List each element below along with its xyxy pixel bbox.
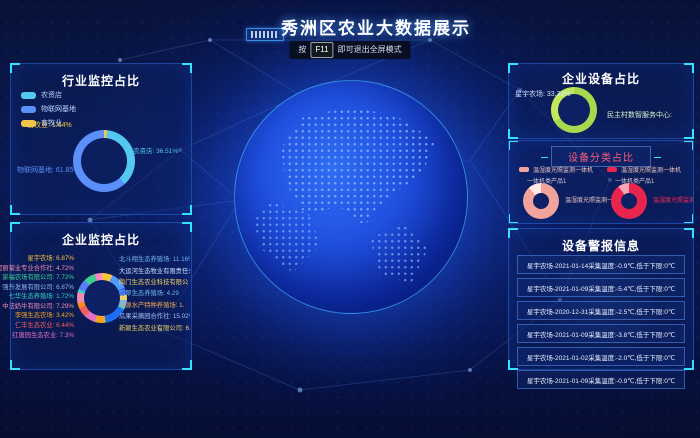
legend-item: 物联网基地	[21, 104, 76, 114]
alarm-row: 星宇农场-2021-01-02采集温度:-2.0℃,低于下限:0℃	[517, 347, 685, 366]
fullscreen-tip: 按 F11 即可退出全屏模式	[289, 41, 410, 59]
industry-donut-chart	[73, 130, 135, 192]
enterprise-label: 七华生态养殖场: 1.72%	[9, 291, 74, 300]
page-title: 秀洲区农业大数据展示	[0, 14, 700, 39]
alarm-row: 星宇农场-2021-01-09采集温度:-5.4℃,低于下限:0℃	[517, 278, 685, 297]
device-donut-chart-1	[523, 183, 559, 219]
panel-device-classification: 设备分类占比 温湿度光照监测一体机 一体机类产品1 温湿度光照监测一— 温湿度光…	[508, 140, 694, 224]
enterprise-label: 家福农场有限公司: 7.72%	[2, 272, 74, 281]
enterprise-label: 李强生态农场: 3.42%	[15, 310, 74, 319]
alarm-row: 星宇农场-2021-01-14采集温度:-0.9℃,低于下限:0℃	[517, 255, 685, 274]
enterprise-label: 新颖生态农业有限公司: 6.87%	[119, 323, 190, 332]
industry-panel-title: 行业监控占比	[11, 72, 191, 89]
legend-swatch	[607, 167, 617, 172]
globe	[234, 80, 468, 314]
equipment-segment-label: 星宇农场: 33.33%	[515, 89, 571, 99]
industry-segment-label: 农资店: 36.51%	[133, 145, 178, 155]
device-legend-item: 温湿度光照监测一体机	[519, 165, 593, 174]
device-segment-label: 温湿度光照监测一—	[653, 195, 694, 204]
legend-label: 农资店	[41, 90, 62, 100]
alarm-list: 星宇农场-2021-01-14采集温度:-0.9℃,低于下限:0℃ 星宇农场-2…	[517, 255, 685, 389]
legend-label: 物联网基地	[41, 104, 76, 114]
industry-segment-label: 物联网基地: 61.85%	[17, 165, 80, 175]
equipment-segment-label: 民主村数智服务中心:	[607, 110, 672, 120]
enterprise-label: 大运河生态牧业有限责任公	[119, 266, 190, 275]
device-legend-item: 温湿度光照监测一体机	[607, 165, 681, 174]
enterprise-label: 鸣翠生态养殖场: 4.29	[119, 288, 179, 297]
enterprise-label: 超丽菊业专业合作社: 4.72%	[0, 263, 74, 272]
legend-swatch	[21, 106, 36, 113]
enterprise-label: 仁丰生态农业: 6.44%	[15, 320, 74, 329]
panel-device-alarms: 设备警报信息 星宇农场-2021-01-14采集温度:-0.9℃,低于下限:0℃…	[508, 228, 694, 370]
tip-suffix: 即可退出全屏模式	[338, 43, 402, 57]
enterprise-label: 陶门生态农业科技有限公	[119, 277, 188, 286]
panel-equipment-ratio: 企业设备占比 星宇农场: 33.33% 民主村数智服务中心:	[508, 63, 694, 139]
alarm-row: 星宇农场-2021-01-09采集温度:-0.9℃,低于下限:0℃	[517, 370, 685, 389]
legend-swatch	[21, 92, 36, 99]
enterprise-label: 星宇农场: 6.87%	[27, 253, 74, 262]
alarms-panel-title: 设备警报信息	[509, 237, 693, 254]
dashboard-background: 秀洲区农业大数据展示 按 F11 即可退出全屏模式 行业监控占比 农资店 物联网…	[0, 0, 700, 438]
enterprise-panel-title: 企业监控占比	[11, 231, 191, 248]
device-donut-chart-2	[611, 183, 647, 219]
device-class-title: 设备分类占比	[551, 146, 651, 167]
equipment-panel-title: 企业设备占比	[509, 70, 693, 87]
globe-continent-dots	[235, 81, 467, 313]
alarm-row: 星宇农场-2021-01-09采集温度:-3.8℃,低于下限:0℃	[517, 324, 685, 343]
legend-swatch	[519, 167, 529, 172]
panel-industry-monitor: 行业监控占比 农资店 物联网基地 畜牧业 畜牧业: 1.64% 农资店: 36.…	[10, 63, 192, 215]
enterprise-label: 强升发展有限公司: 6.87%	[2, 282, 74, 291]
panel-enterprise-monitor: 企业监控占比 星宇农场: 6.87% 超丽菊业专业合作社: 4.72% 家福农场…	[10, 222, 192, 370]
legend-item: 农资店	[21, 90, 76, 100]
f11-key-badge: F11	[310, 42, 333, 58]
enterprise-label: 中法奶牛有限公司: 7.29%	[2, 301, 74, 310]
alarm-row: 星宇农场-2020-12-31采集温度:-2.5℃,低于下限:0℃	[517, 301, 685, 320]
industry-segment-label: 畜牧业: 1.64%	[27, 120, 72, 130]
legend-label: 温湿度光照监测一体机	[621, 165, 681, 174]
enterprise-label: 瓜果采摘园合作社: 15.02%	[119, 311, 190, 320]
enterprise-label: 丰源水产特种养殖场: 1.	[119, 300, 184, 309]
tip-prefix: 按	[298, 43, 306, 57]
legend-label: 温湿度光照监测一体机	[533, 165, 593, 174]
enterprise-label: 红唐园生态农业: 7.3%	[12, 330, 74, 339]
enterprise-label: 北斗翔生态养殖场: 11.16%	[119, 254, 190, 263]
